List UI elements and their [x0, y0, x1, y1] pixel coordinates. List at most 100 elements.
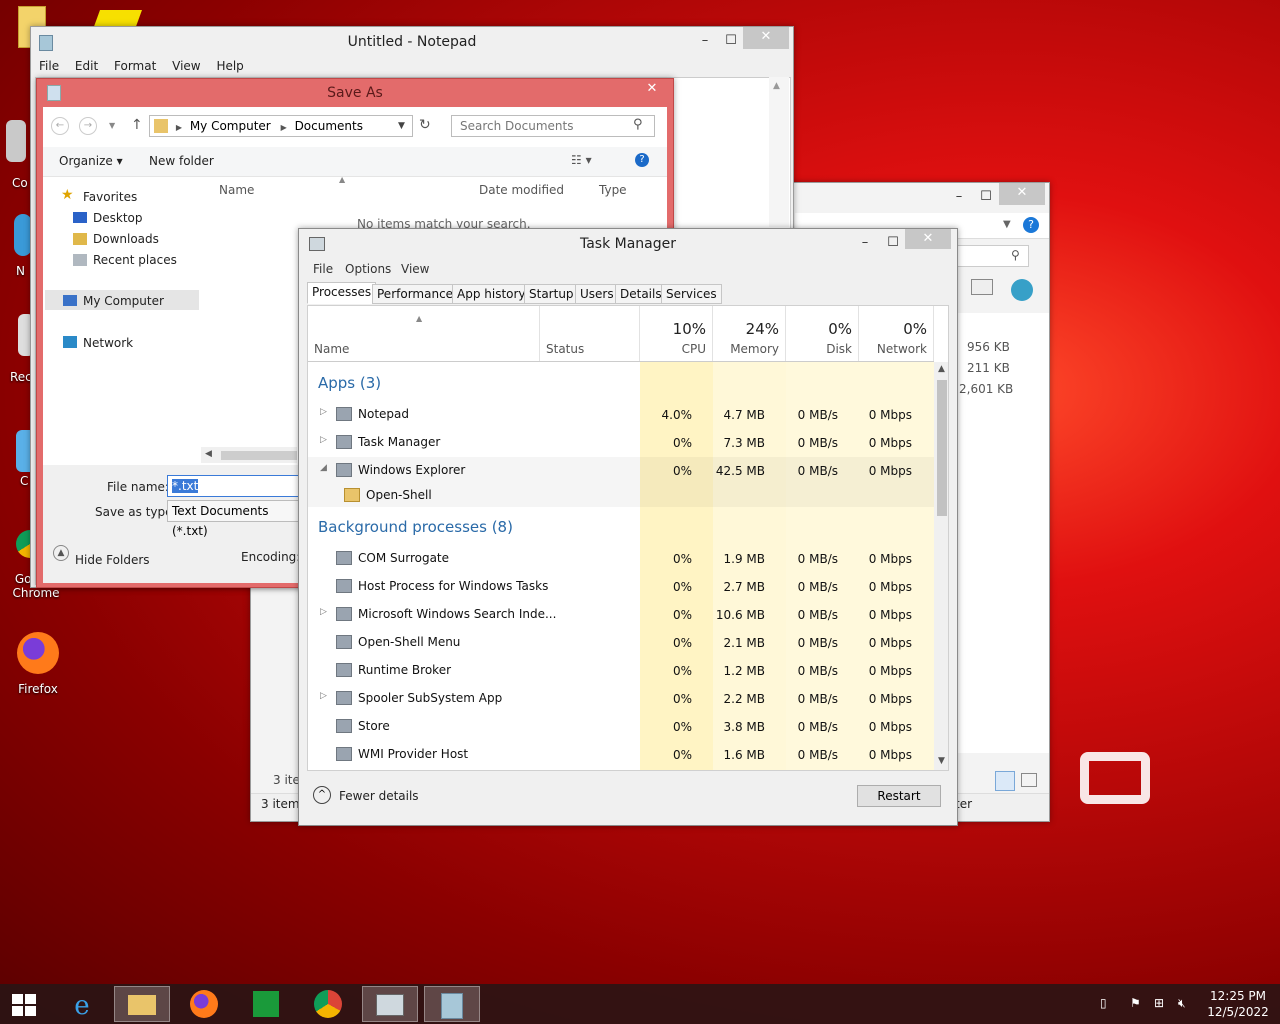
flag-icon[interactable]: ⚑ [1130, 996, 1141, 1010]
breadcrumb-my-computer[interactable]: My Computer [190, 119, 271, 133]
maximize-button[interactable]: ☐ [881, 233, 905, 253]
refresh-icon[interactable]: ↻ [419, 117, 431, 133]
view-large-icon[interactable] [1021, 773, 1037, 787]
tm-menu-options[interactable]: Options [345, 262, 391, 276]
restart-button[interactable]: Restart [857, 785, 941, 807]
task-manager-window[interactable]: Task Manager – ☐ ✕ File Options View Pro… [298, 228, 958, 826]
maximize-button[interactable]: ☐ [973, 187, 999, 207]
header-memory[interactable]: 24% Memory [713, 306, 786, 362]
organize-button[interactable]: Organize ▾ [59, 154, 123, 168]
chevron-down-icon[interactable]: ▼ [398, 116, 405, 136]
scroll-down-icon[interactable]: ▼ [938, 756, 945, 766]
header-disk[interactable]: 0% Disk [786, 306, 859, 362]
expand-icon[interactable]: ▷ [320, 691, 327, 701]
table-row[interactable]: ▷ Microsoft Windows Search Inde... 0% 10.6 … [308, 601, 934, 629]
nav-network[interactable]: Network [83, 336, 133, 350]
taskbar-firefox[interactable] [176, 986, 232, 1022]
taskbar-explorer[interactable] [114, 986, 170, 1022]
scroll-up-icon[interactable]: ▲ [938, 364, 945, 374]
save-type-select[interactable]: Text Documents (*.txt) [167, 500, 307, 538]
table-row[interactable]: Open-Shell Menu 0% 2.1 MB 0 MB/s 0 Mbps [308, 629, 934, 657]
search-icon[interactable]: ⚲ [1011, 248, 1020, 262]
tray-show-desktop-icon[interactable]: ▯ [1100, 996, 1107, 1010]
clock[interactable]: 12:25 PM 12/5/2022 [1206, 988, 1270, 1020]
view-options-icon[interactable]: ☷ ▾ [571, 153, 592, 167]
header-cpu[interactable]: 10% CPU [640, 306, 713, 362]
nav-downloads[interactable]: Downloads [93, 232, 159, 246]
help-icon[interactable]: ? [635, 153, 649, 167]
column-name[interactable]: Name [219, 183, 254, 197]
minimize-button[interactable]: – [693, 31, 717, 51]
tab-app-history[interactable]: App history [452, 284, 531, 304]
view-icon[interactable] [971, 279, 993, 295]
file-name-input[interactable]: *.txt [167, 475, 307, 497]
maximize-button[interactable]: ☐ [719, 31, 743, 51]
tm-menu-file[interactable]: File [313, 262, 333, 276]
view-details-icon[interactable] [995, 771, 1015, 791]
expand-icon[interactable]: ▷ [320, 435, 327, 445]
expand-icon[interactable]: ▷ [320, 407, 327, 417]
menu-edit[interactable]: Edit [75, 59, 98, 73]
vertical-scrollbar[interactable] [769, 77, 789, 227]
expand-icon[interactable]: ▷ [320, 607, 327, 617]
close-button[interactable]: ✕ [743, 27, 789, 49]
network-icon[interactable]: ⊞ [1154, 996, 1164, 1010]
tab-processes[interactable]: Processes [307, 282, 377, 304]
close-button[interactable]: ✕ [905, 229, 951, 249]
fewer-details-button[interactable]: Fewer details [339, 789, 419, 803]
hide-folders-icon[interactable]: ▲ [53, 545, 69, 561]
nav-favorites[interactable]: Favorites [83, 190, 137, 204]
chevron-down-icon[interactable]: ▼ [109, 121, 115, 130]
header-name[interactable]: ▲ Name [308, 306, 540, 362]
scroll-thumb[interactable] [937, 380, 947, 516]
header-status[interactable]: Status [540, 306, 640, 362]
table-row[interactable]: WMI Provider Host 0% 1.6 MB 0 MB/s 0 Mbps [308, 741, 934, 769]
taskbar-chrome[interactable] [300, 986, 356, 1022]
minimize-button[interactable]: – [947, 187, 971, 207]
tab-services[interactable]: Services [661, 284, 722, 304]
nav-recent-places[interactable]: Recent places [93, 253, 177, 267]
start-button[interactable] [0, 986, 48, 1022]
tab-startup[interactable]: Startup [524, 284, 579, 304]
table-row[interactable]: ▷ Notepad 4.0% 4.7 MB 0 MB/s 0 Mbps [308, 401, 934, 429]
minimize-button[interactable]: – [853, 233, 877, 253]
search-input[interactable]: Search Documents [451, 115, 655, 137]
taskbar-notepad[interactable] [424, 986, 480, 1022]
header-network[interactable]: 0% Network [859, 306, 934, 362]
menu-view[interactable]: View [172, 59, 200, 73]
new-folder-button[interactable]: New folder [149, 154, 214, 168]
table-row[interactable]: Runtime Broker 0% 1.2 MB 0 MB/s 0 Mbps [308, 657, 934, 685]
hide-folders-button[interactable]: Hide Folders [75, 553, 150, 567]
taskbar-store[interactable] [238, 986, 294, 1022]
expand-icon[interactable]: ◢ [320, 463, 327, 473]
scroll-up-icon[interactable]: ▲ [773, 81, 780, 91]
menu-file[interactable]: File [39, 59, 59, 73]
table-row[interactable]: Open-Shell [308, 482, 934, 510]
table-row[interactable]: COM Surrogate 0% 1.9 MB 0 MB/s 0 Mbps [308, 545, 934, 573]
tab-performance[interactable]: Performance [372, 284, 459, 304]
table-row[interactable]: Store 0% 3.8 MB 0 MB/s 0 Mbps [308, 713, 934, 741]
close-button[interactable]: ✕ [637, 79, 667, 99]
table-row[interactable]: ▷ Task Manager 0% 7.3 MB 0 MB/s 0 Mbps [308, 429, 934, 457]
desktop-icon-firefox[interactable]: Firefox [6, 632, 70, 696]
close-button[interactable]: ✕ [999, 183, 1045, 205]
breadcrumb-documents[interactable]: Documents [295, 119, 363, 133]
chevron-down-icon[interactable]: ▼ [1003, 219, 1011, 230]
tab-users[interactable]: Users [575, 284, 619, 304]
help-icon[interactable]: ? [1023, 217, 1039, 233]
table-row[interactable]: ▷ Spooler SubSystem App 0% 2.2 MB 0 MB/s 0 Mb… [308, 685, 934, 713]
vertical-scrollbar[interactable]: ▲ ▼ [934, 362, 948, 770]
tm-menu-view[interactable]: View [401, 262, 429, 276]
menu-help[interactable]: Help [216, 59, 243, 73]
globe-icon[interactable] [1011, 279, 1033, 301]
table-row[interactable]: Host Process for Windows Tasks 0% 2.7 MB 0 … [308, 573, 934, 601]
volume-muted-icon[interactable]: 🔇︎ [1178, 996, 1186, 1011]
taskbar-ie[interactable]: e [54, 986, 110, 1022]
column-type[interactable]: Type [599, 183, 627, 197]
address-bar[interactable]: ▶ My Computer ▶ Documents ▼ [149, 115, 413, 137]
back-icon[interactable]: ← [51, 117, 69, 135]
search-icon[interactable]: ⚲ [633, 117, 643, 132]
tab-details[interactable]: Details [615, 284, 667, 304]
fewer-details-icon[interactable]: ^ [313, 786, 331, 804]
nav-my-computer[interactable]: My Computer [83, 294, 164, 308]
